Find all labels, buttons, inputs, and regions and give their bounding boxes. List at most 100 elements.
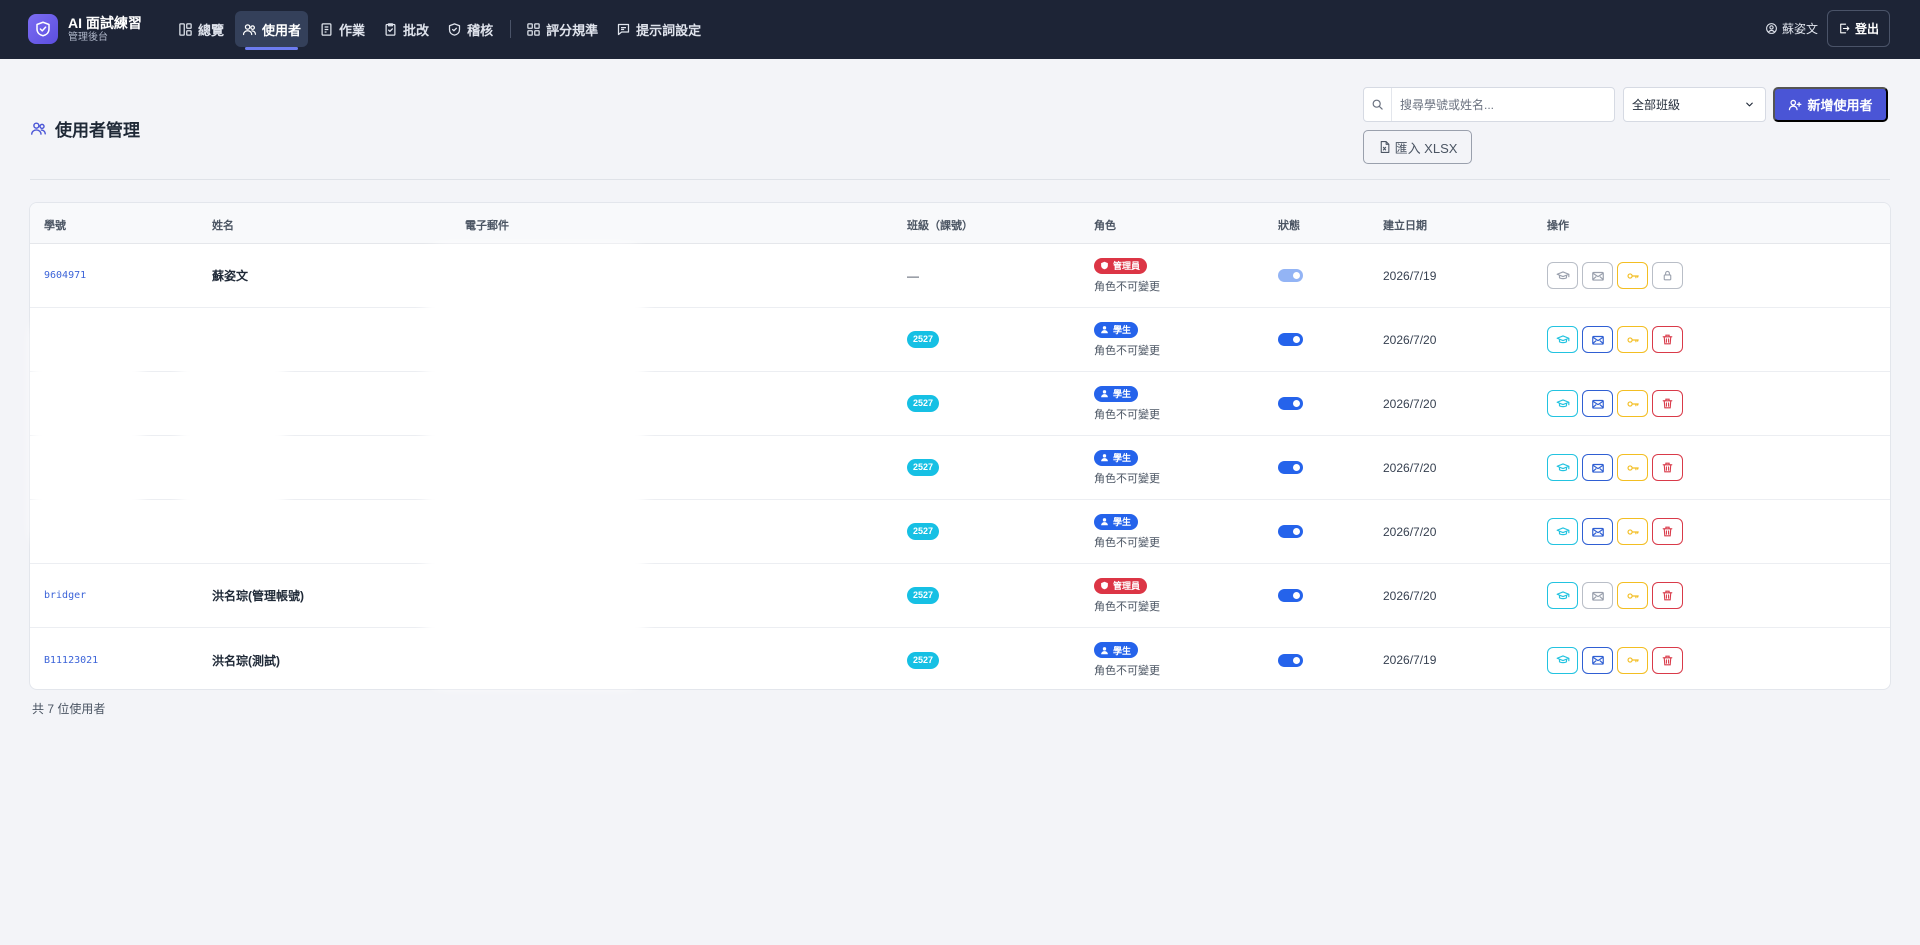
- assign-class-button[interactable]: [1547, 390, 1578, 417]
- reset-password-button[interactable]: [1617, 326, 1648, 353]
- nav-item-rubric[interactable]: 評分規準: [519, 11, 605, 47]
- created-date: 2026/7/19: [1383, 268, 1437, 283]
- nav-item-assignments[interactable]: 作業: [312, 11, 372, 47]
- user-role: 管理員 角色不可變更: [1094, 244, 1160, 307]
- created-date: 2026/7/20: [1383, 460, 1437, 475]
- delete-user-button[interactable]: [1652, 582, 1683, 609]
- user-class: 2527: [907, 564, 940, 627]
- email-button[interactable]: [1582, 390, 1613, 417]
- email-button[interactable]: [1582, 582, 1613, 609]
- add-user-button[interactable]: 新增使用者: [1773, 87, 1888, 122]
- role-label: 管理員: [1113, 261, 1141, 271]
- email-button[interactable]: [1582, 646, 1613, 674]
- column-header-email[interactable]: 電子郵件: [465, 217, 509, 233]
- trash-icon: [1661, 654, 1674, 667]
- key-icon: [1626, 461, 1640, 475]
- grad-icon: [1556, 269, 1570, 283]
- delete-user-button[interactable]: [1652, 518, 1683, 545]
- user-class: 2527: [907, 500, 940, 563]
- nav-item-users[interactable]: 使用者: [235, 11, 309, 50]
- nav-item-overview[interactable]: 總覽: [171, 11, 231, 47]
- nav-item-prompt-settings[interactable]: 提示詞設定: [609, 11, 708, 47]
- assign-class-button[interactable]: [1547, 262, 1578, 289]
- nav-item-grading[interactable]: 批改: [376, 11, 436, 47]
- assign-class-button[interactable]: [1547, 326, 1578, 353]
- row-actions: [1547, 308, 1687, 371]
- class-badge: 2527: [907, 651, 940, 669]
- page-title: 使用者管理: [30, 116, 140, 141]
- brand[interactable]: AI 面試練習 管理後台: [28, 14, 142, 44]
- mail-icon: [1591, 653, 1605, 667]
- delete-user-button[interactable]: [1652, 646, 1683, 674]
- user-status: [1278, 500, 1303, 563]
- delete-user-button[interactable]: [1652, 454, 1683, 481]
- reset-password-button[interactable]: [1617, 390, 1648, 417]
- user-id[interactable]: bridger: [44, 564, 86, 627]
- email-button[interactable]: [1582, 262, 1613, 289]
- trash-icon: [1661, 397, 1674, 410]
- class-filter-select[interactable]: 全部班級: [1623, 87, 1766, 122]
- dashboard-icon: [179, 22, 192, 36]
- top-navbar: AI 面試練習 管理後台 總覽 使用者 作業 批改 稽核 評分規準 提示詞設定 …: [0, 0, 1920, 59]
- email-button[interactable]: [1582, 518, 1613, 545]
- assign-class-button[interactable]: [1547, 646, 1578, 674]
- class-value: —: [907, 268, 919, 283]
- search-input[interactable]: [1392, 88, 1614, 121]
- column-header-name[interactable]: 姓名: [212, 217, 234, 233]
- delete-user-button[interactable]: [1652, 326, 1683, 353]
- column-header-created[interactable]: 建立日期: [1383, 217, 1427, 233]
- user-icon: [1100, 453, 1113, 462]
- grad-icon: [1556, 397, 1570, 411]
- import-xlsx-button[interactable]: 匯入 XLSX: [1363, 130, 1472, 164]
- status-toggle[interactable]: [1278, 525, 1303, 538]
- delete-user-button[interactable]: [1652, 390, 1683, 417]
- nav-label: 稽核: [467, 22, 494, 38]
- reset-password-button[interactable]: [1617, 518, 1648, 545]
- search-box: [1363, 87, 1615, 122]
- column-header-class[interactable]: 班級（課號）: [907, 217, 973, 233]
- email-button[interactable]: [1582, 454, 1613, 481]
- assign-class-button[interactable]: [1547, 518, 1578, 545]
- column-header-id[interactable]: 學號: [44, 217, 66, 233]
- table-header: 學號 姓名 電子郵件 班級（課號） 角色 狀態 建立日期 操作: [30, 203, 1890, 244]
- table-row: bridger 洪名琮(管理帳號) 2527 管理員 角色不可變更 2026/7/20: [30, 564, 1890, 628]
- status-toggle[interactable]: [1278, 269, 1303, 282]
- reset-password-button[interactable]: [1617, 454, 1648, 481]
- table-row: 2527 學生 角色不可變更 2026/7/20: [30, 308, 1890, 372]
- status-toggle[interactable]: [1278, 397, 1303, 410]
- mail-icon: [1591, 269, 1605, 283]
- user-role: 學生 角色不可變更: [1094, 436, 1160, 499]
- row-actions: [1547, 628, 1687, 689]
- logout-button[interactable]: 登出: [1826, 10, 1890, 47]
- user-id[interactable]: B11123021: [44, 628, 98, 689]
- column-header-role[interactable]: 角色: [1094, 217, 1116, 233]
- clipboard-check-icon: [385, 22, 396, 36]
- role-label: 學生: [1113, 389, 1132, 399]
- locked-button[interactable]: [1652, 262, 1683, 289]
- mail-icon: [1591, 397, 1605, 411]
- user-id[interactable]: 9604971: [44, 244, 86, 307]
- status-toggle[interactable]: [1278, 653, 1303, 667]
- class-badge: 2527: [907, 523, 940, 540]
- user-name: 蘇姿文: [212, 269, 249, 283]
- row-actions: [1547, 500, 1687, 563]
- reset-password-button[interactable]: [1617, 646, 1648, 674]
- email-button[interactable]: [1582, 326, 1613, 353]
- column-header-status[interactable]: 狀態: [1278, 217, 1300, 233]
- user-status: [1278, 372, 1303, 435]
- reset-password-button[interactable]: [1617, 582, 1648, 609]
- status-toggle[interactable]: [1278, 461, 1303, 474]
- current-user[interactable]: 蘇姿文: [1765, 20, 1818, 37]
- nav-item-audit[interactable]: 稽核: [440, 11, 500, 47]
- trash-icon: [1661, 589, 1674, 602]
- nav-label: 評分規準: [546, 22, 599, 38]
- status-toggle[interactable]: [1278, 589, 1303, 602]
- user-count: 共 7 位使用者: [32, 702, 106, 716]
- status-toggle[interactable]: [1278, 333, 1303, 346]
- reset-password-button[interactable]: [1617, 262, 1648, 289]
- user-role: 學生 角色不可變更: [1094, 308, 1160, 371]
- assign-class-button[interactable]: [1547, 582, 1578, 609]
- assign-class-button[interactable]: [1547, 454, 1578, 481]
- logout-label: 登出: [1854, 22, 1879, 36]
- role-badge: 學生: [1094, 321, 1139, 338]
